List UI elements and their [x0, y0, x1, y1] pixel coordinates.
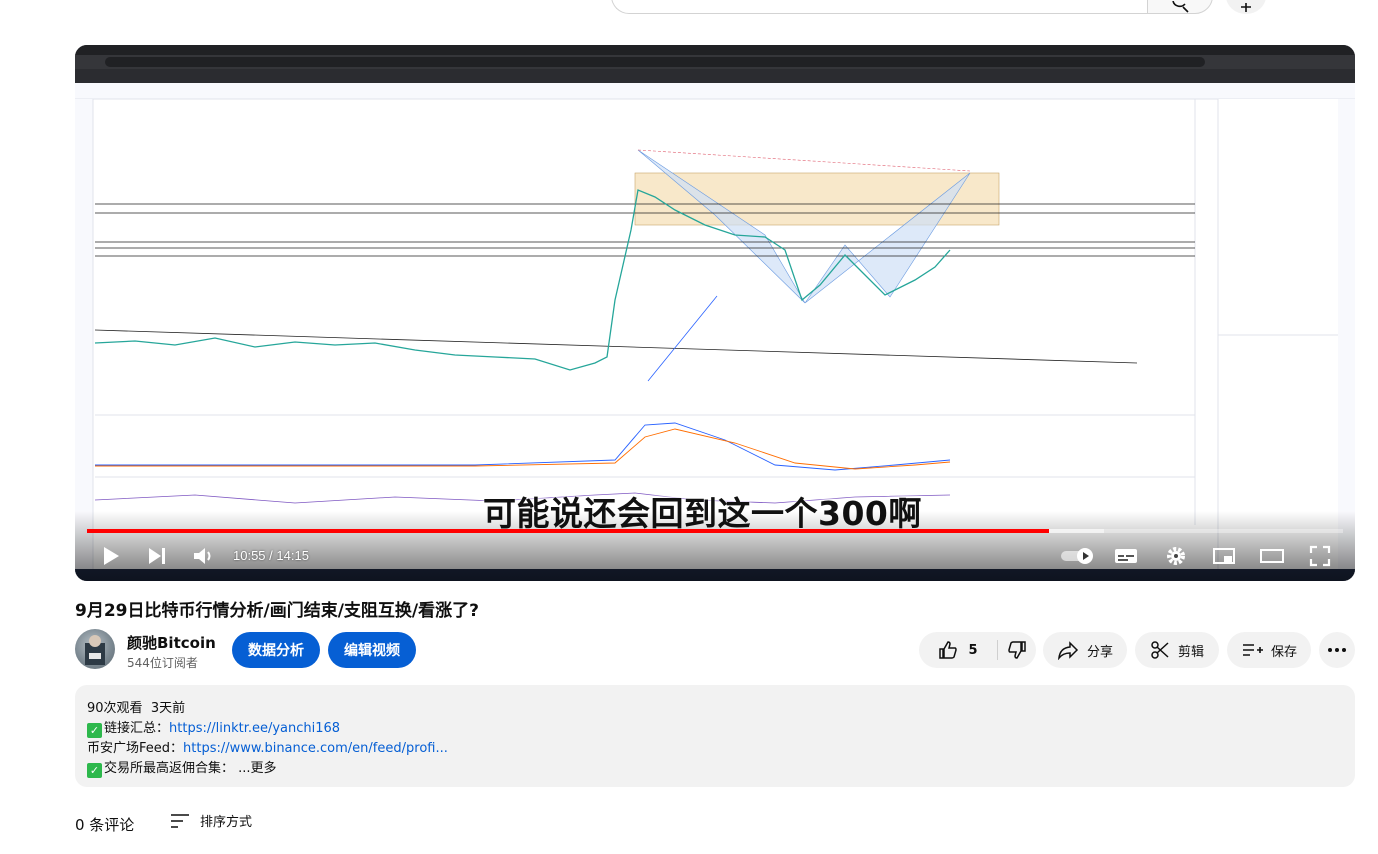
play-icon	[104, 547, 119, 565]
check-icon: ✓	[87, 723, 102, 738]
autoplay-toggle[interactable]	[1057, 541, 1097, 571]
check-icon: ✓	[87, 763, 102, 778]
volume-button[interactable]	[189, 541, 219, 571]
subtitles-icon	[1115, 549, 1137, 563]
comment-count: 0 条评论	[75, 816, 135, 834]
share-label: 分享	[1086, 644, 1113, 660]
save-label: 保存	[1270, 644, 1297, 660]
playlist-add-icon	[1242, 644, 1263, 656]
next-button[interactable]	[143, 541, 171, 571]
scissors-icon	[1151, 641, 1169, 659]
description-line-feed: 币安广场Feed：https://www.binance.com/en/feed…	[87, 737, 448, 756]
time-display: 10:55 / 14:15	[233, 548, 309, 563]
share-button[interactable]: 分享	[1043, 632, 1127, 668]
video-player[interactable]: 可能说还会回到这一个300啊 10:55 / 14:15	[75, 45, 1355, 581]
search-input[interactable]	[611, 0, 1148, 14]
miniplayer-icon	[1213, 548, 1235, 564]
voice-search-button[interactable]	[1226, 0, 1266, 14]
video-title: 9月29日比特币行情分析/画门结束/支阻互换/看涨了?	[75, 601, 479, 621]
description-meta: 90次观看 3天前	[87, 697, 185, 716]
mic-icon	[1241, 3, 1251, 12]
share-icon	[1058, 641, 1079, 660]
subtitles-button[interactable]	[1111, 541, 1141, 571]
rebate-label: 交易所最高返佣合集：	[104, 761, 235, 776]
fullscreen-button[interactable]	[1305, 541, 1335, 571]
time-current: 10:55	[233, 548, 266, 563]
channel-name[interactable]: 颜驰Bitcoin	[127, 632, 216, 653]
like-dislike-group: 5	[919, 632, 1036, 668]
like-button[interactable]: 5	[919, 632, 997, 668]
upload-date: 3天前	[150, 701, 186, 716]
subscriber-count: 544位订阅者	[127, 656, 198, 670]
sort-comments-button[interactable]: 排序方式	[170, 811, 252, 830]
thumbs-down-icon	[1008, 641, 1026, 659]
volume-icon	[194, 548, 211, 564]
more-actions-button[interactable]	[1319, 632, 1355, 668]
channel-avatar[interactable]	[75, 629, 115, 669]
save-button[interactable]: 保存	[1227, 632, 1311, 668]
sort-label: 排序方式	[200, 815, 253, 830]
theater-mode-button[interactable]	[1257, 541, 1287, 571]
next-icon	[149, 548, 165, 564]
gear-icon	[1167, 547, 1185, 565]
play-button[interactable]	[97, 541, 125, 571]
description-box[interactable]: 90次观看 3天前 ✓ 链接汇总：https://linktr.ee/yanchi…	[75, 685, 1355, 787]
time-separator: /	[265, 548, 277, 563]
show-more-button[interactable]: ...更多	[238, 761, 276, 776]
description-line-rebate: ✓ 交易所最高返佣合集： ...更多	[87, 757, 277, 778]
progress-bar[interactable]	[87, 529, 1343, 533]
more-horiz-icon	[1328, 648, 1346, 652]
settings-button[interactable]	[1161, 541, 1191, 571]
progress-played	[87, 529, 1050, 533]
search-icon	[1172, 1, 1189, 13]
dislike-button[interactable]	[998, 632, 1036, 668]
fullscreen-icon	[1309, 545, 1331, 567]
binance-feed-link[interactable]: https://www.binance.com/en/feed/profi...	[183, 741, 448, 756]
links-label: 链接汇总：	[104, 721, 170, 736]
sort-icon	[171, 813, 189, 828]
edit-video-button[interactable]: 编辑视频	[328, 632, 416, 668]
like-count: 5	[968, 642, 978, 658]
autoplay-toggle-icon	[1061, 548, 1093, 564]
clip-button[interactable]: 剪辑	[1135, 632, 1219, 668]
linktree-link[interactable]: https://linktr.ee/yanchi168	[169, 721, 340, 736]
thumbs-up-icon	[939, 641, 958, 659]
miniplayer-button[interactable]	[1209, 541, 1239, 571]
description-line-links: ✓ 链接汇总：https://linktr.ee/yanchi168	[87, 717, 340, 738]
feed-label: 币安广场Feed：	[87, 741, 184, 756]
theater-icon	[1260, 549, 1284, 563]
time-total: 14:15	[276, 548, 309, 563]
analytics-button[interactable]: 数据分析	[232, 632, 320, 668]
avatar-image	[85, 635, 105, 665]
search-button[interactable]	[1147, 0, 1213, 14]
clip-label: 剪辑	[1177, 644, 1204, 660]
view-count: 90次观看	[87, 701, 143, 716]
